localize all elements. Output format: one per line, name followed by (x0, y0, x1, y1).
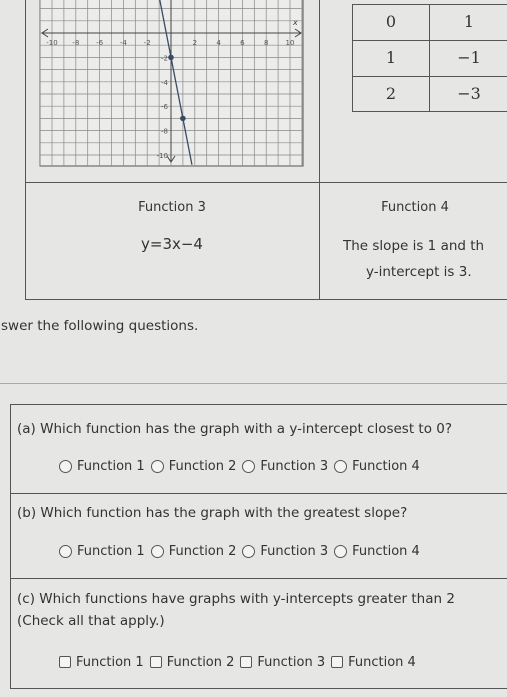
function1-graph: x -10 -8 -6 -4 -2 2 4 6 8 10 -2 -4 -6 -8 -10 (39, 0, 304, 167)
questions-box: (a) Which function has the graph with a … (10, 404, 507, 689)
question-b: (b) Which function has the graph with th… (17, 505, 408, 521)
radio-button[interactable] (150, 545, 164, 558)
option-function-1[interactable]: Function 1 (59, 544, 145, 559)
option-label: Function 1 (76, 654, 144, 670)
option-function-3[interactable]: Function 3 (240, 655, 325, 670)
checkbox[interactable] (59, 656, 71, 668)
radio-button[interactable] (150, 460, 164, 473)
function3-title: Function 3 (138, 200, 206, 215)
option-label: Function 3 (260, 544, 329, 559)
checkbox[interactable] (240, 656, 253, 668)
x-tick-label: -10 (46, 39, 57, 47)
instruction-text: swer the following questions. (1, 318, 199, 334)
data-point (168, 54, 174, 61)
option-function-4[interactable]: Function 4 (334, 459, 420, 474)
x-tick-label: -2 (144, 39, 151, 47)
question-c-subtext: (Check all that apply.) (17, 613, 165, 629)
option-function-4[interactable]: Function 4 (334, 544, 420, 559)
option-function-3[interactable]: Function 3 (242, 544, 328, 559)
function3-equation: y=3x−4 (141, 235, 203, 253)
checkbox[interactable] (149, 656, 162, 668)
function4-line1: The slope is 1 and th (343, 238, 485, 254)
divider (11, 493, 507, 494)
y-value: −3 (457, 84, 481, 103)
option-label: Function 4 (348, 654, 416, 670)
option-function-2[interactable]: Function 2 (149, 654, 235, 670)
option-function-2[interactable]: Function 2 (150, 459, 237, 474)
option-label: Function 2 (166, 654, 235, 670)
checkbox[interactable] (331, 656, 344, 668)
x-value: 2 (385, 84, 397, 103)
option-label: Function 2 (168, 459, 237, 474)
y-value: −1 (457, 48, 481, 67)
function4-title: Function 4 (381, 200, 449, 215)
option-function-2[interactable]: Function 2 (150, 544, 237, 559)
data-point (180, 115, 186, 122)
option-function-1[interactable]: Function 1 (59, 655, 144, 670)
y-tick-label: -2 (161, 54, 168, 62)
question-c-options: Function 1 Function 2 Function 3 Function 4 (59, 653, 422, 672)
y-tick-label: -6 (161, 103, 169, 111)
question-a-options: Function 1 Function 2 Function 3 Function 4 (59, 458, 426, 477)
option-label: Function 1 (77, 544, 145, 559)
option-label: Function 1 (77, 459, 145, 474)
x-tick-label: 2 (193, 39, 197, 47)
function4-line2: y-intercept is 3. (366, 264, 472, 280)
option-function-1[interactable]: Function 1 (59, 459, 145, 474)
x-tick-label: 8 (264, 39, 268, 47)
option-function-4[interactable]: Function 4 (331, 655, 416, 670)
x-value: 1 (385, 48, 397, 67)
radio-button[interactable] (334, 460, 348, 473)
radio-button[interactable] (59, 460, 72, 473)
x-value: 0 (385, 12, 397, 31)
radio-button[interactable] (242, 545, 256, 558)
divider (0, 383, 507, 384)
x-axis-label: x (292, 18, 298, 27)
x-tick-label: 4 (216, 39, 221, 47)
divider (11, 578, 507, 579)
question-c: (c) Which functions have graphs with y-i… (17, 591, 455, 607)
question-b-options: Function 1 Function 2 Function 3 Function 4 (59, 543, 426, 562)
x-tick-label: -8 (72, 39, 79, 47)
option-label: Function 4 (352, 459, 420, 474)
y-tick-label: -4 (161, 79, 169, 87)
option-function-3[interactable]: Function 3 (242, 459, 328, 474)
option-label: Function 4 (352, 544, 420, 559)
radio-button[interactable] (242, 460, 256, 473)
radio-button[interactable] (334, 545, 348, 558)
y-value: 1 (463, 12, 475, 31)
x-tick-label: 10 (286, 39, 295, 47)
option-label: Function 3 (257, 654, 326, 670)
x-tick-label: -4 (120, 39, 128, 47)
question-a: (a) Which function has the graph with a … (17, 421, 453, 437)
x-tick-label: 6 (240, 39, 245, 47)
table-divider-horizontal (25, 182, 507, 183)
radio-button[interactable] (59, 545, 72, 558)
x-tick-label: -6 (96, 39, 104, 47)
y-tick-label: -10 (157, 152, 168, 160)
option-label: Function 2 (168, 544, 237, 559)
option-label: Function 3 (260, 459, 329, 474)
y-tick-label: -8 (161, 128, 168, 136)
